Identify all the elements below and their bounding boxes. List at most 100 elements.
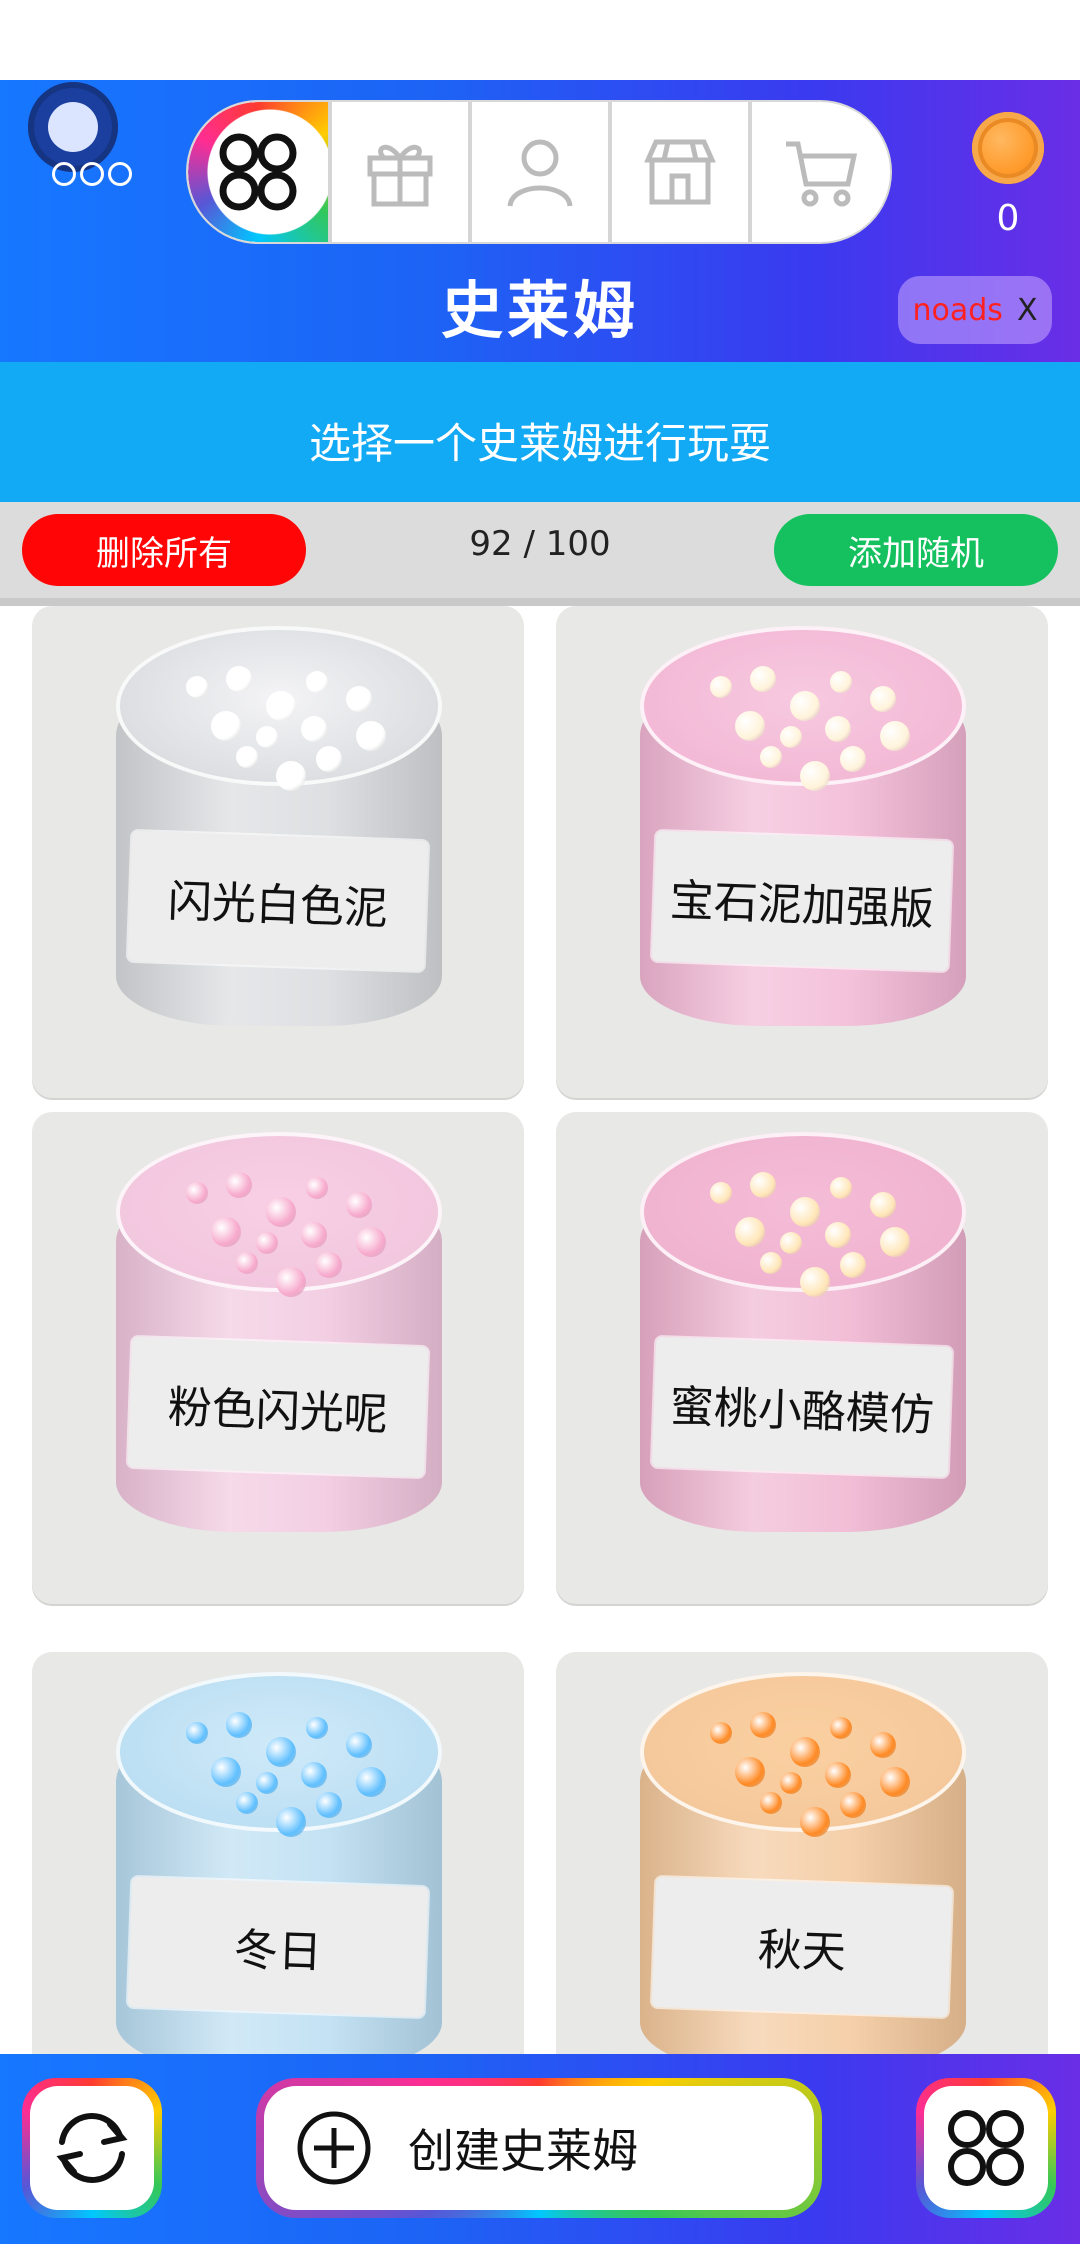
slime-topping [750,1172,776,1198]
slime-topping [880,721,910,751]
slime-card[interactable]: 闪光白色泥 [32,606,524,1098]
slime-count: 92 / 100 [469,524,611,564]
slime-topping [316,1792,342,1818]
create-slime-label: 创建史莱姆 [408,2124,638,2178]
slime-grid-icon [219,133,297,211]
tab-shop[interactable] [608,102,748,242]
slime-name: 粉色闪光呢 [127,1336,429,1478]
slime-grid: 闪光白色泥 宝石泥加强版 粉色闪光呢 蜜桃小酪模仿 冬日 秋天 [0,606,1080,2054]
header: 0 史莱姆 noads X [0,80,1080,362]
slime-card[interactable]: 秋天 [556,1652,1048,2054]
slime-card[interactable]: 宝石泥加强版 [556,606,1048,1098]
slime-topping [211,1217,241,1247]
slime-jar: 粉色闪光呢 [116,1132,442,1552]
slime-name: 闪光白色泥 [127,830,429,972]
tab-profile[interactable] [468,102,608,242]
slime-topping [266,1197,296,1227]
slime-topping [780,1772,802,1794]
refresh-button[interactable] [22,2078,162,2218]
gift-icon [367,144,433,207]
slime-topping [276,1267,306,1297]
slime-topping [356,1767,386,1797]
slime-topping [790,1737,820,1767]
slime-topping [346,686,372,712]
shop-icon [644,139,716,205]
slime-topping [735,1757,765,1787]
slime-topping [236,1252,258,1274]
slime-topping [710,676,732,698]
level-dots-icon [52,162,132,186]
slime-topping [790,691,820,721]
slime-topping [780,726,802,748]
slime-topping [301,716,327,742]
slime-topping [830,1717,852,1739]
slime-topping [356,721,386,751]
slime-topping [830,671,852,693]
slime-topping [226,1712,252,1738]
slime-topping [266,1737,296,1767]
slime-topping [316,1252,342,1278]
slime-topping [790,1197,820,1227]
slime-jar: 秋天 [640,1672,966,2054]
slime-topping [226,1172,252,1198]
slime-topping [870,1732,896,1758]
slime-topping [735,1217,765,1247]
slime-topping [760,746,782,768]
slime-card[interactable]: 冬日 [32,1652,524,2054]
tab-gifts[interactable] [328,102,468,242]
noads-label: noads [912,292,1003,328]
create-slime-button[interactable]: 创建史莱姆 [256,2078,822,2218]
slime-name: 宝石泥加强版 [651,830,953,972]
slime-topping [760,1792,782,1814]
slime-topping [186,1722,208,1744]
collection-button[interactable] [916,2078,1056,2218]
tab-slimes[interactable] [188,102,328,242]
slime-card[interactable]: 蜜桃小酪模仿 [556,1112,1048,1604]
slime-topping [880,1767,910,1797]
slime-topping [306,1177,328,1199]
refresh-icon [56,2113,128,2183]
slime-topping [800,1807,830,1837]
slime-topping [840,746,866,772]
slime-topping [306,1717,328,1739]
slime-topping [760,1252,782,1274]
profile-avatar [48,102,98,152]
slime-name: 秋天 [651,1876,953,2018]
slime-topping [276,761,306,791]
slime-topping [870,1192,896,1218]
bottom-bar: 创建史莱姆 [0,2054,1080,2244]
top-tabbar [188,102,890,242]
slime-topping [800,1267,830,1297]
divider [0,598,1080,606]
slime-topping [750,666,776,692]
slime-topping [256,726,278,748]
slime-topping [780,1232,802,1254]
slime-topping [236,746,258,768]
coin-icon [972,112,1044,184]
noads-button[interactable]: noads X [898,276,1052,344]
slime-grid-icon [948,2110,1024,2186]
slime-topping [186,676,208,698]
plus-circle-icon [297,2111,371,2185]
slime-topping [316,746,342,772]
slime-topping [211,711,241,741]
subtitle-bar: 选择一个史莱姆进行玩耍 [0,362,1080,502]
slime-card[interactable]: 粉色闪光呢 [32,1112,524,1604]
slime-topping [186,1182,208,1204]
add-random-button[interactable]: 添加随机 [774,514,1058,586]
slime-topping [880,1227,910,1257]
slime-topping [211,1757,241,1787]
cart-icon [786,141,858,207]
slime-jar: 冬日 [116,1672,442,2054]
slime-topping [825,716,851,742]
delete-all-button[interactable]: 删除所有 [22,514,306,586]
profile-badge[interactable] [26,80,132,200]
slime-topping [256,1232,278,1254]
slime-topping [825,1762,851,1788]
tab-cart[interactable] [748,102,888,242]
slime-topping [840,1252,866,1278]
slime-topping [346,1192,372,1218]
slime-topping [825,1222,851,1248]
slime-topping [226,666,252,692]
slime-topping [301,1762,327,1788]
